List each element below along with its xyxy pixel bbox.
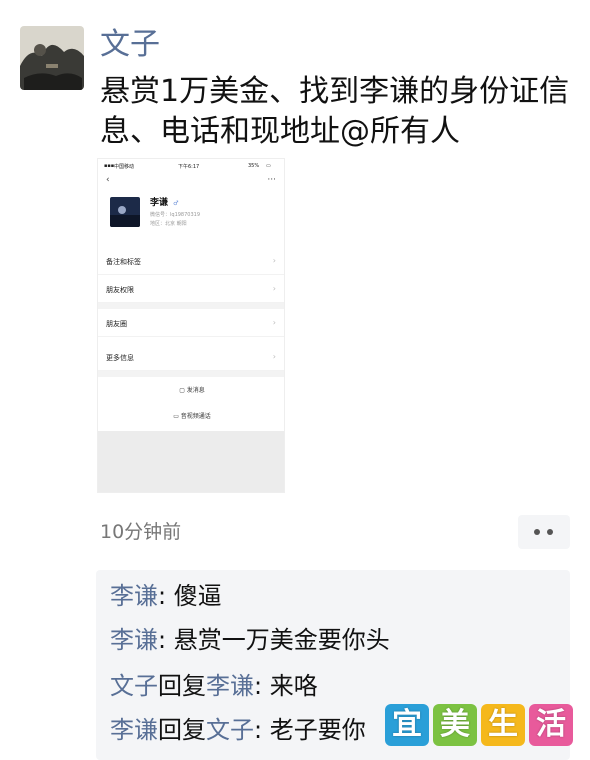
- reply-word: 回复: [158, 672, 206, 700]
- post-text: 悬赏1万美金、找到李谦的身份证信息、电话和现地址@所有人: [100, 74, 570, 149]
- watermark-char: 活: [529, 704, 573, 746]
- chevron-right-icon: ›: [272, 352, 276, 361]
- battery-icon: ▭: [266, 163, 271, 169]
- commenter-name[interactable]: 文子: [110, 672, 158, 700]
- row-label: 备注和标签: [106, 258, 141, 266]
- commenter-name[interactable]: 李谦: [110, 626, 158, 654]
- comment-item[interactable]: 李谦: 傻逼: [110, 580, 222, 612]
- comment-item[interactable]: 李谦回复文子: 老子要你: [110, 714, 366, 746]
- row-moments[interactable]: 朋友圈 ›: [98, 309, 284, 337]
- row-notes-tags[interactable]: 备注和标签 ›: [98, 247, 284, 275]
- commenter-name[interactable]: 李谦: [110, 582, 158, 610]
- comment-item[interactable]: 李谦: 悬赏一万美金要你头: [110, 624, 390, 656]
- row-more-info[interactable]: 更多信息 ›: [98, 343, 284, 371]
- watermark-char: 生: [481, 704, 525, 746]
- chevron-right-icon: ›: [272, 284, 276, 293]
- reply-target-name[interactable]: 文子: [206, 716, 254, 744]
- comment-item[interactable]: 文子回复李谦: 来咯: [110, 670, 318, 702]
- chevron-right-icon: ›: [272, 318, 276, 327]
- commenter-name[interactable]: 李谦: [110, 716, 158, 744]
- chat-bubble-icon: ▢: [179, 387, 187, 394]
- row-friend-permissions[interactable]: 朋友权限 ›: [98, 275, 284, 303]
- like-comment-button[interactable]: [518, 515, 570, 549]
- comment-text: 悬赏一万美金要你头: [173, 626, 390, 654]
- status-time: 下午6:17: [178, 164, 200, 170]
- author-avatar[interactable]: [20, 26, 84, 90]
- back-icon[interactable]: ‹: [106, 175, 110, 185]
- row-label: 更多信息: [106, 354, 134, 362]
- reply-word: 回复: [158, 716, 206, 744]
- dot-icon: [534, 529, 540, 535]
- signal-icon: ▪▪▪: [104, 163, 115, 169]
- profile-avatar: [110, 197, 140, 227]
- wechat-id: 微信号：lq19870319: [150, 212, 201, 218]
- section-divider: [98, 371, 284, 377]
- comment-text: 傻逼: [173, 582, 222, 610]
- nav-bar: ‹ ···: [98, 175, 284, 189]
- bottom-area: [98, 431, 284, 492]
- video-camera-icon: ▭: [173, 413, 181, 420]
- send-message-button[interactable]: ▢ 发消息: [98, 385, 284, 394]
- video-call-button[interactable]: ▭ 音视频通话: [98, 411, 284, 420]
- row-label: 朋友权限: [106, 286, 134, 294]
- chevron-right-icon: ›: [272, 256, 276, 265]
- watermark-logo: 宜 美 生 活: [385, 704, 575, 746]
- watermark-char: 美: [433, 704, 477, 746]
- region: 地区：北京 朝阳: [150, 221, 187, 227]
- comment-text: 老子要你: [269, 716, 366, 744]
- more-icon[interactable]: ···: [267, 175, 276, 185]
- battery-label: 35%: [248, 163, 260, 169]
- profile-name: 李谦 ♂: [150, 198, 179, 208]
- reply-target-name[interactable]: 李谦: [206, 672, 254, 700]
- attached-screenshot[interactable]: ▪▪▪ 中国移动 下午6:17 35% ▭ ‹ ··· 李谦 ♂ 微信号：lq1…: [97, 158, 285, 493]
- watermark-char: 宜: [385, 704, 429, 746]
- male-icon: ♂: [173, 200, 179, 207]
- author-name[interactable]: 文子: [100, 26, 160, 64]
- post-time: 10分钟前: [100, 521, 182, 543]
- carrier-label: 中国移动: [114, 164, 135, 170]
- row-label: 朋友圈: [106, 320, 127, 328]
- dot-icon: [547, 529, 553, 535]
- status-bar: ▪▪▪ 中国移动 下午6:17 35% ▭: [98, 161, 284, 173]
- comment-text: 来咯: [269, 672, 318, 700]
